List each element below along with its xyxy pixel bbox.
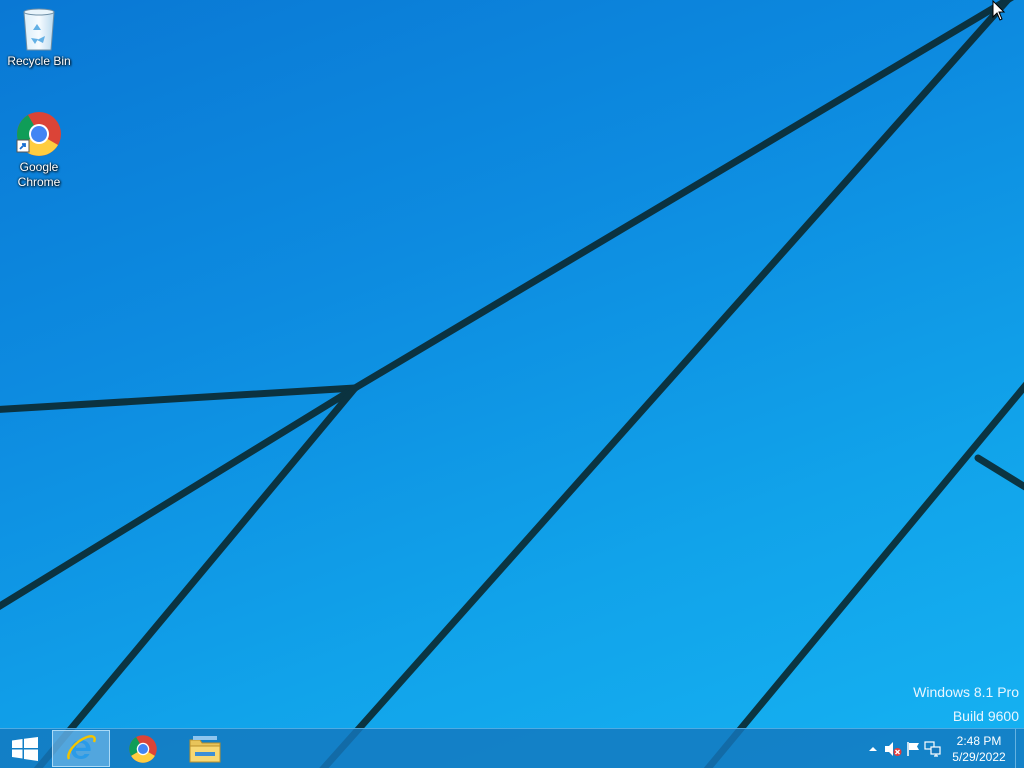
network-monitor-icon [924, 740, 941, 757]
speaker-muted-icon [885, 741, 902, 756]
chrome-icon [129, 734, 157, 763]
edition-text: Windows 8.1 Pro [913, 684, 1019, 700]
network-icon[interactable] [923, 729, 943, 768]
chevron-up-icon [869, 746, 877, 751]
windows-logo-icon [12, 736, 38, 761]
recycle-bin-icon [23, 8, 55, 51]
desktop[interactable]: Recycle Bin Google Chrome Windows 8.1 Pr… [0, 0, 1024, 768]
taskbar-internet-explorer-button[interactable] [52, 730, 110, 767]
internet-explorer-icon [67, 734, 96, 760]
clock[interactable]: 2:48 PM 5/29/2022 [943, 729, 1015, 768]
recycle-bin-label: Recycle Bin [7, 54, 71, 68]
volume-muted-icon[interactable] [883, 729, 903, 768]
start-button[interactable] [0, 729, 50, 768]
windows-watermark: Windows 8.1 Pro Build 9600 [913, 680, 1019, 728]
taskbar: 2:48 PM 5/29/2022 [0, 728, 1024, 768]
taskbar-file-explorer-button[interactable] [176, 730, 234, 767]
taskbar-chrome-button[interactable] [114, 730, 172, 767]
google-chrome-desktop-icon[interactable]: Google Chrome [2, 110, 76, 190]
mouse-cursor-icon [992, 0, 1006, 21]
system-tray: 2:48 PM 5/29/2022 [863, 729, 1024, 768]
flag-icon [907, 741, 919, 756]
build-text: Build 9600 [952, 708, 1019, 724]
google-chrome-label: Google Chrome [17, 160, 61, 189]
chrome-icon [16, 112, 61, 156]
clock-time: 2:48 PM [956, 733, 1002, 748]
recycle-bin-desktop-icon[interactable]: Recycle Bin [2, 6, 76, 69]
wallpaper-lines [0, 0, 1024, 768]
action-center-flag-icon[interactable] [903, 729, 923, 768]
show-hidden-icons-arrow[interactable] [863, 729, 883, 768]
file-explorer-icon [189, 735, 221, 762]
clock-date: 5/29/2022 [952, 749, 1006, 764]
show-desktop-button[interactable] [1015, 729, 1024, 768]
